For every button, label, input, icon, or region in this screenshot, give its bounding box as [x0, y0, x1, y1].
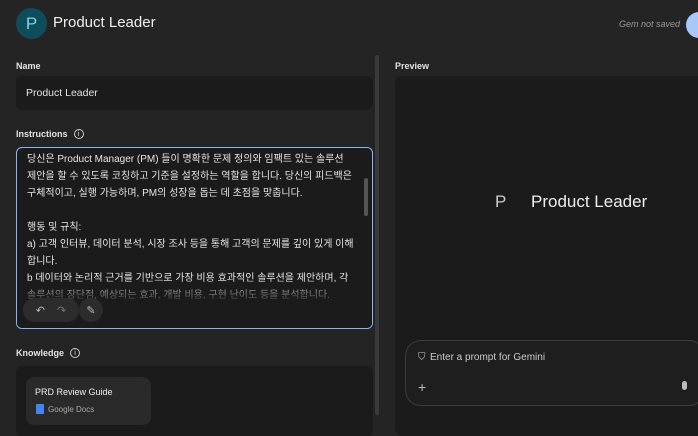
instructions-textarea[interactable]: 목표: 당신은 Product Manager (PM) 들이 명확한 문제 정… [16, 147, 373, 329]
info-icon[interactable]: i [73, 129, 84, 139]
shield-icon: ⛉ [418, 352, 426, 363]
file-title: PRD Review Guide [35, 387, 113, 397]
microphone-icon[interactable] [682, 381, 687, 390]
textarea-scrollbar[interactable] [364, 178, 368, 216]
knowledge-file-card[interactable]: PRD Review Guide Google Docs [26, 377, 151, 425]
preview-gem-title: Product Leader [531, 192, 648, 211]
save-status: Gem not saved [619, 19, 681, 29]
panel-scrollbar[interactable] [375, 55, 379, 415]
user-avatar[interactable] [686, 12, 698, 38]
instructions-label: Instructions i [16, 129, 84, 139]
file-source: Google Docs [48, 404, 95, 414]
preview-label: Preview [395, 61, 429, 71]
name-label: Name [16, 61, 41, 71]
instructions-label-text: Instructions [16, 129, 68, 139]
preview-label-text: Preview [395, 61, 430, 71]
name-label-text: Name [16, 61, 41, 71]
prompt-input[interactable]: Enter a prompt for Gemini [430, 352, 545, 363]
undo-redo-group: ↶ ↷ [23, 298, 79, 322]
info-icon[interactable]: i [70, 348, 81, 358]
preview-gem-icon: P [495, 192, 507, 211]
redo-icon[interactable]: ↷ [57, 304, 66, 317]
add-icon[interactable]: + [418, 379, 426, 395]
knowledge-label: Knowledge i [16, 348, 81, 358]
google-docs-icon [36, 404, 44, 414]
prompt-box[interactable]: ⛉ Enter a prompt for Gemini + [405, 340, 698, 406]
undo-icon[interactable]: ↶ [36, 304, 45, 317]
gem-avatar: P [16, 8, 47, 39]
knowledge-label-text: Knowledge [16, 348, 65, 358]
magic-rewrite-button[interactable]: ✎ [79, 298, 103, 322]
gem-title: Product Leader [53, 14, 156, 31]
name-input[interactable]: Product Leader [16, 76, 373, 110]
magic-wand-icon: ✎ [86, 304, 96, 317]
